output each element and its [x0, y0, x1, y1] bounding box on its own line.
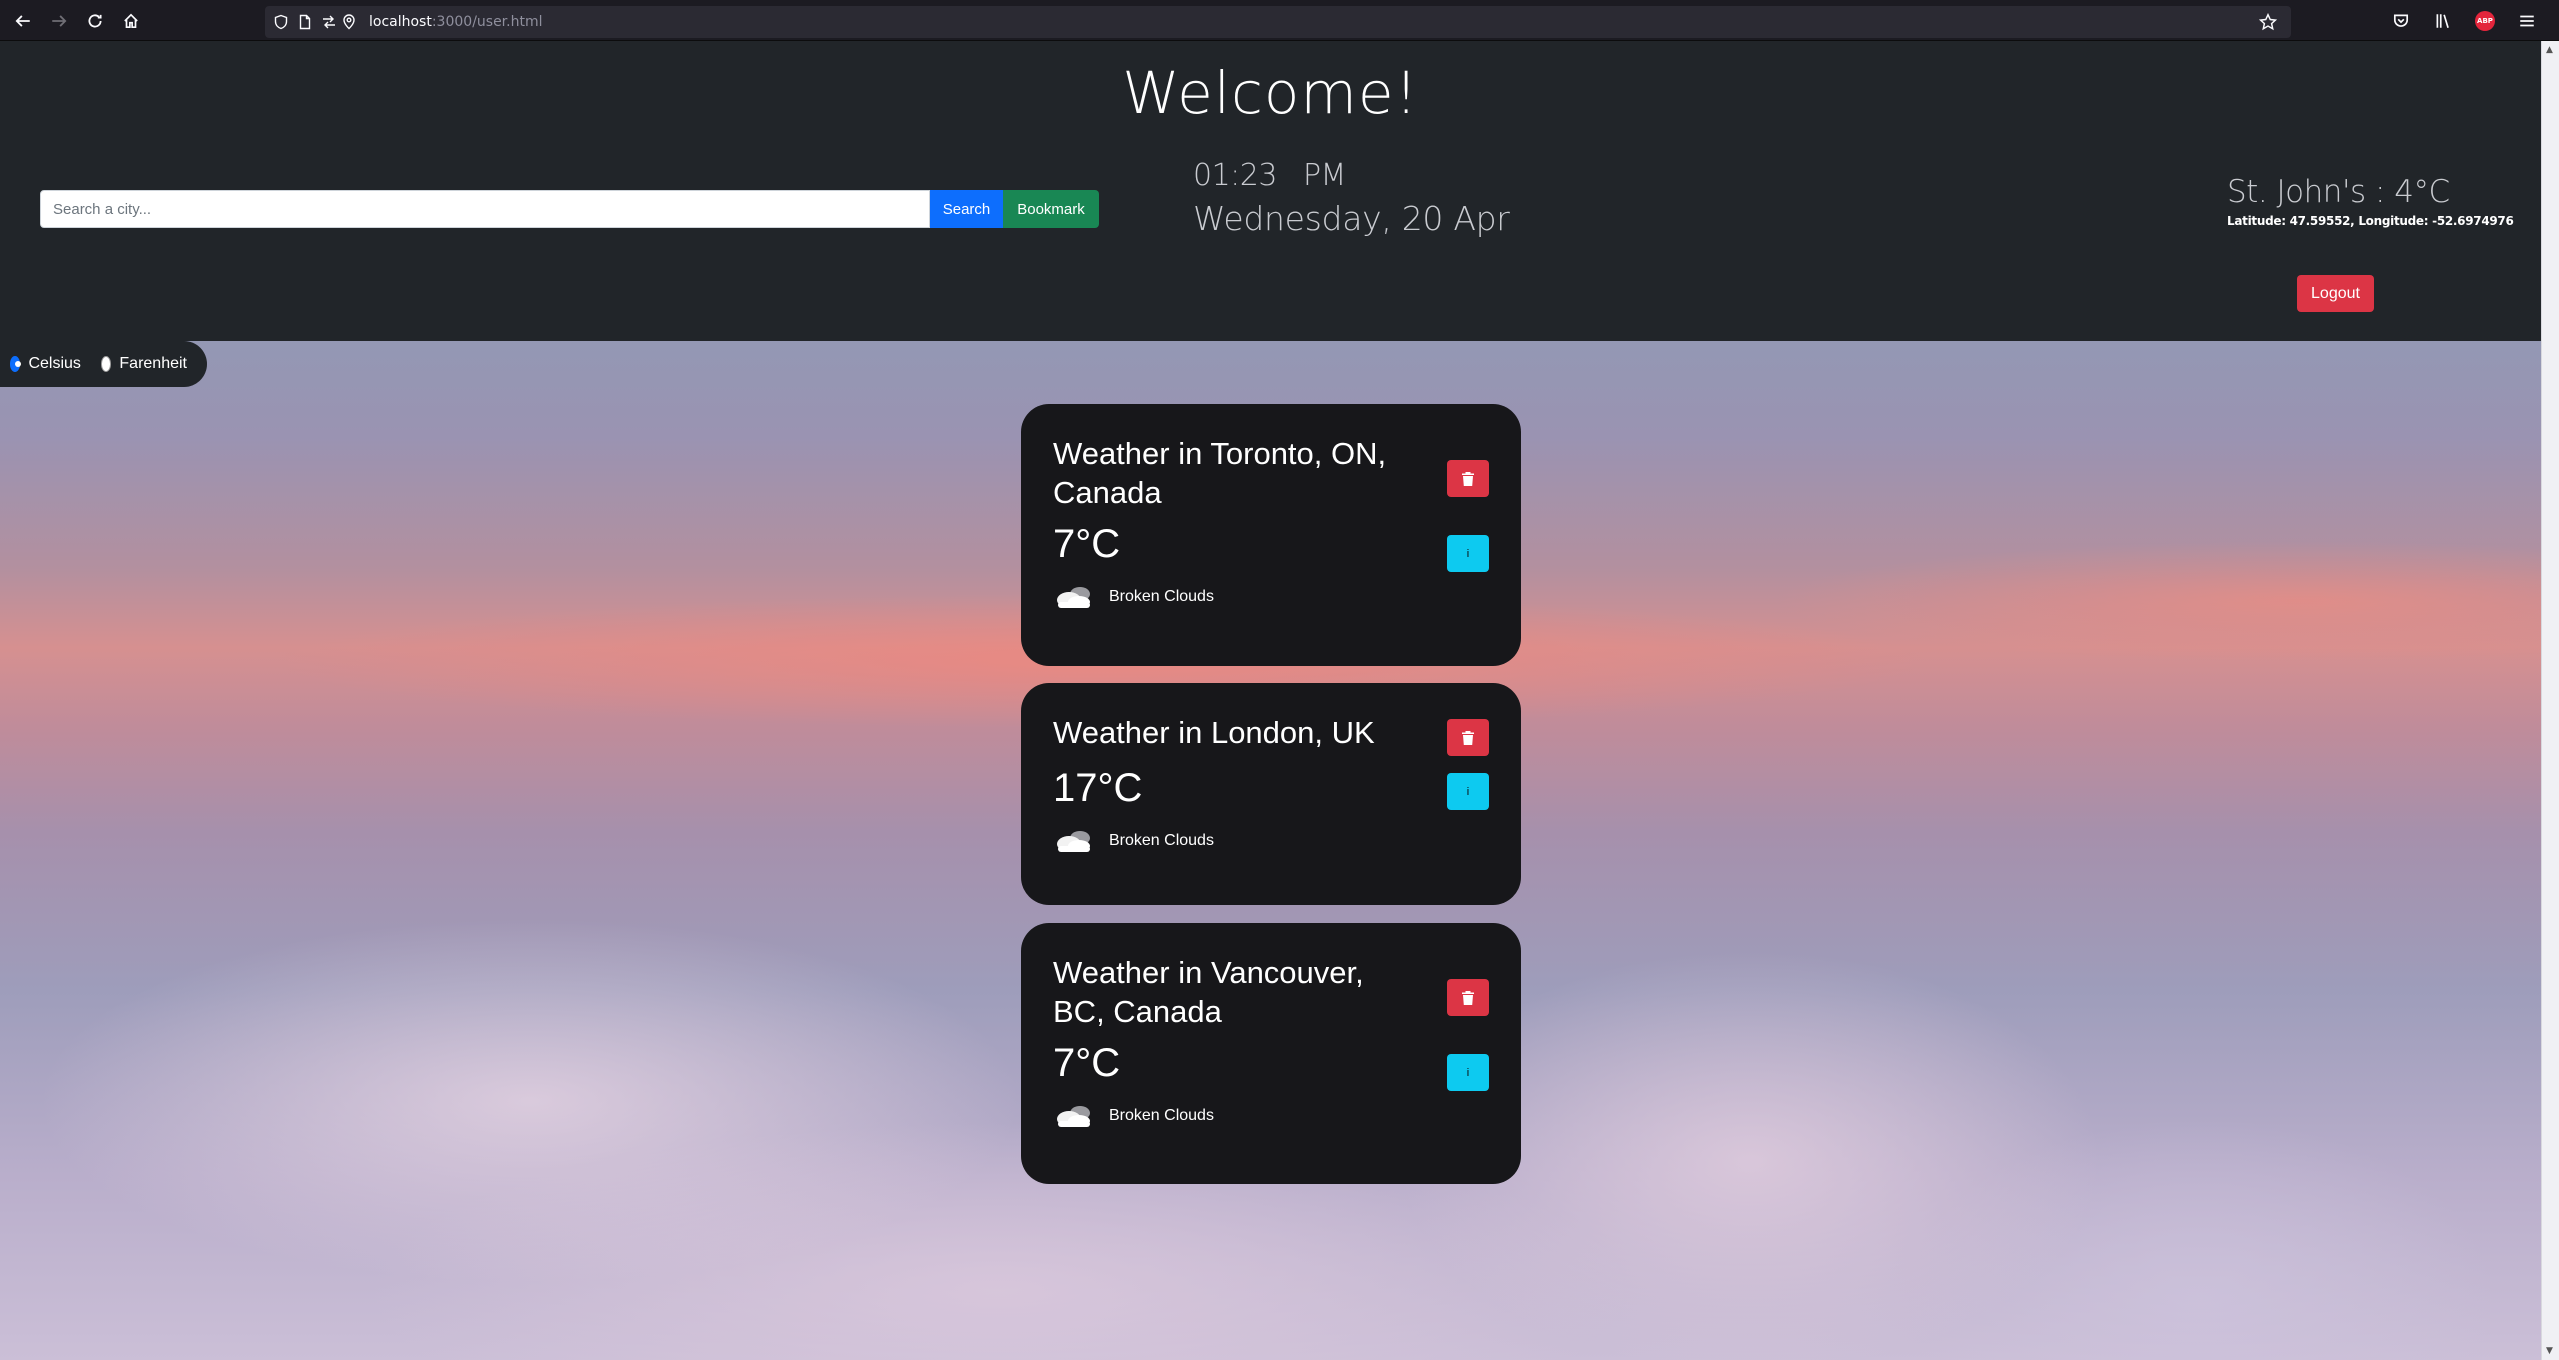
weather-card-toronto: Weather in Toronto, ON, Canada 7°C Broke… — [1021, 404, 1521, 666]
broken-clouds-icon — [1057, 587, 1090, 608]
bookmark-star-icon[interactable] — [2258, 12, 2278, 36]
card-desc-text: Broken Clouds — [1109, 1107, 1214, 1124]
location-weather: St. John's : 4°C — [2227, 174, 2450, 210]
bookmark-button[interactable]: Bookmark — [1003, 190, 1099, 228]
celsius-radio[interactable] — [10, 356, 22, 372]
unit-toggle: Celsius Farenheit — [0, 341, 207, 387]
card-title: Weather in Toronto, ON, Canada — [1053, 436, 1387, 510]
page-title: Welcome! — [1122, 59, 1419, 127]
broken-clouds-icon — [1057, 831, 1090, 852]
page-icon[interactable] — [297, 14, 313, 30]
clock: 01:23 PM Wednesday, 20 Apr — [1193, 158, 1510, 238]
url-host: localhost — [369, 14, 432, 30]
library-icon[interactable] — [2425, 3, 2461, 39]
permissions-icon[interactable] — [321, 14, 337, 30]
weather-card-vancouver: Weather in Vancouver, BC, Canada 7°C Bro… — [1021, 923, 1521, 1184]
card-desc-text: Broken Clouds — [1109, 588, 1214, 605]
trash-icon — [1462, 730, 1474, 745]
info-button[interactable]: i — [1447, 1054, 1489, 1091]
vertical-scrollbar[interactable]: ▲ ▼ — [2541, 41, 2559, 1360]
fahrenheit-label[interactable]: Farenheit — [119, 355, 187, 373]
card-title: Weather in London, UK — [1053, 715, 1375, 750]
clock-date: Wednesday, 20 Apr — [1193, 199, 1510, 238]
back-icon[interactable] — [5, 3, 41, 39]
url-text[interactable]: localhost:3000/user.html — [369, 14, 543, 30]
clock-time: 01:23 — [1193, 158, 1277, 193]
shield-icon[interactable] — [273, 14, 289, 30]
delete-button[interactable] — [1447, 460, 1489, 497]
card-description: Broken Clouds — [1053, 827, 1489, 855]
pocket-icon[interactable] — [2383, 3, 2419, 39]
reload-icon[interactable] — [77, 3, 113, 39]
menu-icon[interactable] — [2509, 3, 2545, 39]
card-temp: 17°C — [1053, 766, 1143, 810]
scroll-down-icon[interactable]: ▼ — [2546, 1346, 2553, 1356]
weather-card-london: Weather in London, UK 17°C Broken Clouds… — [1021, 683, 1521, 905]
card-title: Weather in Vancouver, BC, Canada — [1053, 955, 1364, 1029]
clock-time-row: 01:23 PM — [1193, 158, 1510, 193]
trash-icon — [1462, 471, 1474, 486]
location-coords: Latitude: 47.59552, Longitude: -52.69749… — [2227, 214, 2514, 228]
card-description: Broken Clouds — [1053, 583, 1489, 611]
celsius-label[interactable]: Celsius — [28, 355, 80, 373]
current-location: St. John's : 4°C Latitude: 47.59552, Lon… — [2227, 174, 2514, 228]
clock-ampm: PM — [1302, 158, 1346, 193]
logout-button[interactable]: Logout — [2297, 275, 2374, 312]
scroll-up-icon[interactable]: ▲ — [2546, 45, 2553, 55]
home-icon[interactable] — [113, 3, 149, 39]
forward-icon[interactable] — [41, 3, 77, 39]
search-group: Search Bookmark — [40, 190, 1099, 228]
url-path: :3000/user.html — [431, 14, 543, 30]
info-button[interactable]: i — [1447, 535, 1489, 572]
delete-button[interactable] — [1447, 719, 1489, 756]
search-input[interactable] — [40, 190, 930, 228]
card-temp: 7°C — [1053, 1041, 1121, 1085]
adblock-plus-icon[interactable]: ABP — [2467, 3, 2503, 39]
delete-button[interactable] — [1447, 979, 1489, 1016]
info-button[interactable]: i — [1447, 773, 1489, 810]
fahrenheit-radio[interactable] — [100, 356, 112, 372]
card-description: Broken Clouds — [1053, 1102, 1489, 1130]
card-temp: 7°C — [1053, 522, 1121, 566]
page-background: Welcome! Search Bookmark 01:23 PM Wednesd… — [0, 41, 2541, 1360]
broken-clouds-icon — [1057, 1106, 1090, 1127]
location-icon[interactable] — [341, 14, 357, 30]
trash-icon — [1462, 990, 1474, 1005]
search-button[interactable]: Search — [930, 190, 1003, 228]
header: Welcome! Search Bookmark 01:23 PM Wednesd… — [0, 41, 2541, 341]
card-desc-text: Broken Clouds — [1109, 832, 1214, 849]
browser-toolbar: localhost:3000/user.html ABP — [0, 0, 2559, 41]
address-bar[interactable]: localhost:3000/user.html — [265, 6, 2291, 38]
